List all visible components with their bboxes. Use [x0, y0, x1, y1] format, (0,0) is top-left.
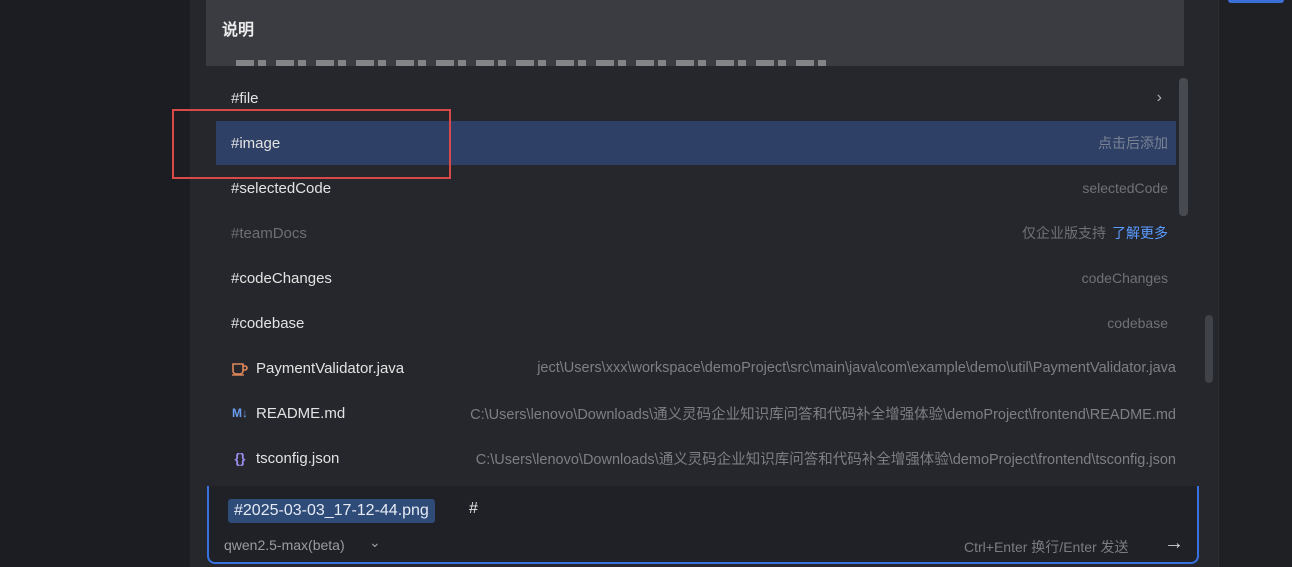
file-path: ject\Users\xxx\workspace\demoProject\src… [537, 360, 1176, 376]
dropdown-item-hint: selectedCode [1082, 180, 1168, 196]
dropdown-item-team-docs: #teamDocs 仅企业版支持 了解更多 [216, 211, 1176, 255]
file-item-readme[interactable]: M↓ README.md C:\Users\lenovo\Downloads\通… [216, 391, 1176, 435]
dropdown-item-label: #codeChanges [231, 269, 332, 287]
dropdown-item-hint: 仅企业版支持 了解更多 [1022, 223, 1168, 243]
file-item-payment-validator[interactable]: PaymentValidator.java ject\Users\xxx\wor… [216, 346, 1176, 390]
dropdown-item-label: #codebase [231, 314, 305, 332]
description-title: 说明 [222, 22, 255, 39]
chevron-right-icon: › [1156, 89, 1162, 106]
file-name: README.md [256, 404, 346, 422]
enterprise-only-text: 仅企业版支持 [1022, 225, 1106, 241]
model-selector[interactable]: qwen2.5-max(beta) [224, 537, 345, 553]
dropdown-item-label: #file [231, 89, 259, 107]
right-accent-bar [1228, 0, 1284, 3]
send-arrow-icon[interactable]: → [1164, 532, 1184, 555]
send-shortcut-hint: Ctrl+Enter 换行/Enter 发送 [964, 539, 1129, 555]
dropdown-item-hint: codebase [1107, 315, 1168, 331]
dropdown-item-hint: 点击后添加 [1098, 135, 1168, 151]
dropdown-item-label: #teamDocs [231, 224, 307, 242]
right-gutter [1218, 0, 1292, 567]
panel-scrollbar[interactable] [1205, 315, 1213, 383]
dropdown-item-label: #selectedCode [231, 179, 332, 197]
file-name: tsconfig.json [256, 449, 340, 467]
file-name: PaymentValidator.java [256, 359, 405, 377]
file-path: C:\Users\lenovo\Downloads\通义灵码企业知识库问答和代码… [470, 406, 1176, 423]
annotation-highlight-box [172, 109, 451, 179]
markdown-icon: M↓ [232, 406, 248, 420]
dropdown-item-code-changes[interactable]: #codeChanges codeChanges [216, 256, 1176, 300]
file-path: C:\Users\lenovo\Downloads\通义灵码企业知识库问答和代码… [475, 451, 1176, 468]
input-typed-text[interactable]: # [469, 500, 478, 518]
left-gutter [0, 0, 190, 567]
dropdown-item-codebase[interactable]: #codebase codebase [216, 301, 1176, 345]
image-attachment-tag[interactable]: #2025-03-03_17-12-44.png [228, 499, 435, 523]
dropdown-scrollbar[interactable] [1179, 78, 1188, 216]
description-header [206, 0, 1184, 66]
dropdown-item-hint: codeChanges [1081, 270, 1168, 286]
json-braces-icon: {} [234, 450, 246, 466]
java-cup-icon [230, 358, 250, 378]
file-item-tsconfig[interactable]: {} tsconfig.json C:\Users\lenovo\Downloa… [216, 436, 1176, 480]
obscured-text-line [206, 60, 1184, 68]
chevron-down-icon[interactable]: ⌄ [369, 534, 381, 551]
learn-more-link[interactable]: 了解更多 [1112, 225, 1168, 241]
